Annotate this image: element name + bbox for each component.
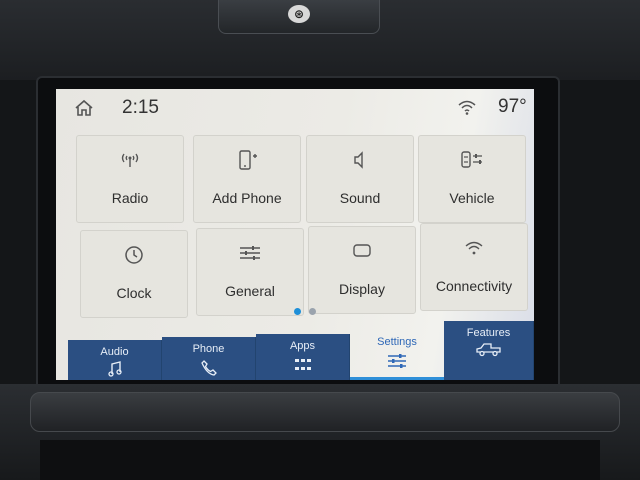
radio-icon [77, 148, 183, 172]
add-phone-icon [194, 148, 300, 172]
tile-label: Vehicle [449, 190, 495, 206]
status-bar: 2:15 97° [56, 89, 534, 127]
tile-label: Clock [116, 285, 152, 301]
status-time: 2:15 [122, 97, 159, 118]
selected-tab-indicator [350, 377, 444, 380]
display-icon [309, 239, 415, 263]
tile-label: Add Phone [212, 190, 282, 206]
nav-phone[interactable]: Phone [162, 337, 256, 380]
hazard-button[interactable]: ⊛ [218, 0, 380, 34]
nav-label: Audio [100, 346, 129, 358]
settings-sliders-icon [350, 352, 444, 370]
nav-settings[interactable]: Settings [350, 334, 444, 380]
tile-sound[interactable]: Sound [306, 135, 414, 223]
wifi-status-icon [458, 100, 476, 115]
dashboard-trim [30, 392, 620, 432]
infotainment-screen: 2:15 97° Radio Add Phone Sound Vehicle C… [56, 89, 534, 380]
tile-label: Radio [111, 190, 149, 206]
tile-label: General [225, 283, 275, 299]
nav-label: Settings [377, 336, 417, 348]
page-indicator [294, 308, 316, 315]
tile-vehicle[interactable]: Vehicle [418, 135, 526, 223]
sliders-icon [197, 241, 303, 265]
nav-label: Phone [192, 343, 225, 355]
tile-connectivity[interactable]: Connectivity [420, 223, 528, 311]
tile-clock[interactable]: Clock [80, 230, 188, 318]
tile-label: Sound [339, 190, 381, 206]
page-dot[interactable] [309, 308, 316, 315]
hazard-icon: ⊛ [288, 5, 310, 23]
tile-add-phone[interactable]: Add Phone [193, 135, 301, 223]
outside-temperature: 97° [498, 96, 527, 117]
truck-icon [444, 341, 533, 359]
dashboard-slot [40, 440, 600, 480]
wifi-icon [421, 236, 527, 260]
vehicle-settings-icon [419, 148, 525, 172]
page-dot-active[interactable] [294, 308, 301, 315]
nav-label: Features [466, 327, 511, 339]
phone-icon [162, 359, 255, 377]
tile-label: Display [339, 281, 385, 297]
tile-label: Connectivity [435, 278, 513, 294]
speaker-icon [307, 148, 413, 172]
nav-label: Apps [289, 340, 316, 352]
clock-icon [81, 243, 187, 267]
nav-audio[interactable]: Audio [68, 340, 162, 380]
music-note-icon [68, 360, 161, 378]
grid-icon [256, 356, 349, 374]
bottom-nav: Audio Phone Apps Settings Features [68, 321, 534, 380]
tile-radio[interactable]: Radio [76, 135, 184, 223]
nav-apps[interactable]: Apps [256, 334, 350, 380]
tile-general[interactable]: General [196, 228, 304, 316]
tile-display[interactable]: Display [308, 226, 416, 314]
nav-features[interactable]: Features [444, 321, 534, 380]
home-icon[interactable] [74, 99, 94, 117]
